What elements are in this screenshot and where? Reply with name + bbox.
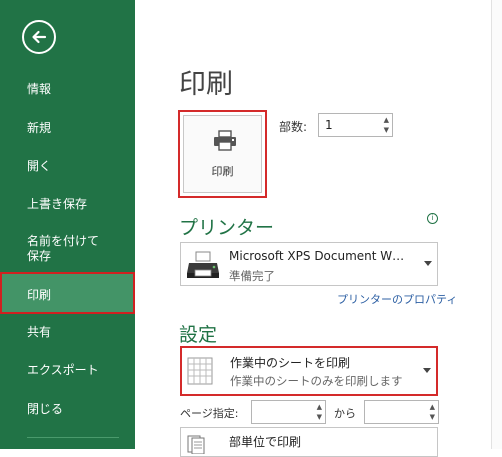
print-what-description: 作業中のシートのみを印刷します xyxy=(230,374,403,388)
spin-up-icon[interactable]: ▲ xyxy=(384,117,389,124)
spin-down-icon[interactable]: ▼ xyxy=(317,414,322,421)
print-panel: 印刷 印刷 部数: 1 ▲ ▼ プリンター i Microsoft XPS Do… xyxy=(135,0,502,457)
info-icon[interactable]: i xyxy=(427,213,438,224)
page-title: 印刷 xyxy=(179,69,233,100)
nav-save-as[interactable]: 名前を付けて 保存 xyxy=(0,234,135,264)
copies-stepper[interactable]: 1 ▲ ▼ xyxy=(318,113,393,137)
collation-title: 部単位で印刷 xyxy=(229,435,302,449)
pages-to-input[interactable]: ▲ ▼ xyxy=(364,400,439,424)
print-button-label: 印刷 xyxy=(211,165,234,178)
nav-new[interactable]: 新規 xyxy=(0,121,135,136)
spin-up-icon[interactable]: ▲ xyxy=(430,404,435,411)
nav-share[interactable]: 共有 xyxy=(0,325,135,340)
printer-device-icon xyxy=(187,251,219,278)
chevron-down-icon xyxy=(424,261,432,266)
nav-close[interactable]: 閉じる xyxy=(0,402,135,417)
back-button[interactable] xyxy=(22,20,56,54)
spin-up-icon[interactable]: ▲ xyxy=(317,404,322,411)
sheet-grid-icon xyxy=(187,357,213,385)
printer-dropdown[interactable]: Microsoft XPS Document W… 準備完了 xyxy=(180,242,438,286)
printer-status: 準備完了 xyxy=(229,269,275,283)
spin-down-icon[interactable]: ▼ xyxy=(430,414,435,421)
print-what-dropdown[interactable]: 作業中のシートを印刷 作業中のシートのみを印刷します xyxy=(180,346,438,396)
collation-dropdown[interactable]: 部単位で印刷 xyxy=(180,427,438,457)
print-what-title: 作業中のシートを印刷 xyxy=(230,356,351,370)
nav-open[interactable]: 開く xyxy=(0,159,135,174)
printer-properties-link[interactable]: プリンターのプロパティ xyxy=(337,291,457,307)
pages-to-label: から xyxy=(334,407,356,420)
print-button[interactable]: 印刷 xyxy=(178,110,267,198)
copies-value[interactable]: 1 xyxy=(325,118,333,132)
nav-info[interactable]: 情報 xyxy=(0,82,135,97)
copies-label: 部数: xyxy=(279,120,308,134)
nav-print[interactable]: 印刷 xyxy=(0,272,135,314)
print-button-face: 印刷 xyxy=(183,115,262,193)
printer-name: Microsoft XPS Document W… xyxy=(229,249,405,263)
nav-save[interactable]: 上書き保存 xyxy=(0,197,135,212)
collate-icon xyxy=(187,435,205,454)
settings-section-heading: 設定 xyxy=(179,324,218,346)
printer-section-heading: プリンター xyxy=(179,217,275,239)
spin-down-icon[interactable]: ▼ xyxy=(384,127,389,134)
chevron-down-icon xyxy=(423,368,431,373)
sidebar-divider xyxy=(27,437,119,438)
back-arrow-icon xyxy=(32,30,47,44)
backstage-sidebar: 情報 新規 開く 上書き保存 名前を付けて 保存 印刷 共有 エクスポート 閉じ… xyxy=(0,0,135,449)
vertical-scrollbar[interactable] xyxy=(491,0,502,449)
pages-from-input[interactable]: ▲ ▼ xyxy=(251,400,326,424)
printer-icon xyxy=(214,130,236,151)
pages-label: ページ指定: xyxy=(180,407,239,420)
nav-export[interactable]: エクスポート xyxy=(0,363,135,378)
